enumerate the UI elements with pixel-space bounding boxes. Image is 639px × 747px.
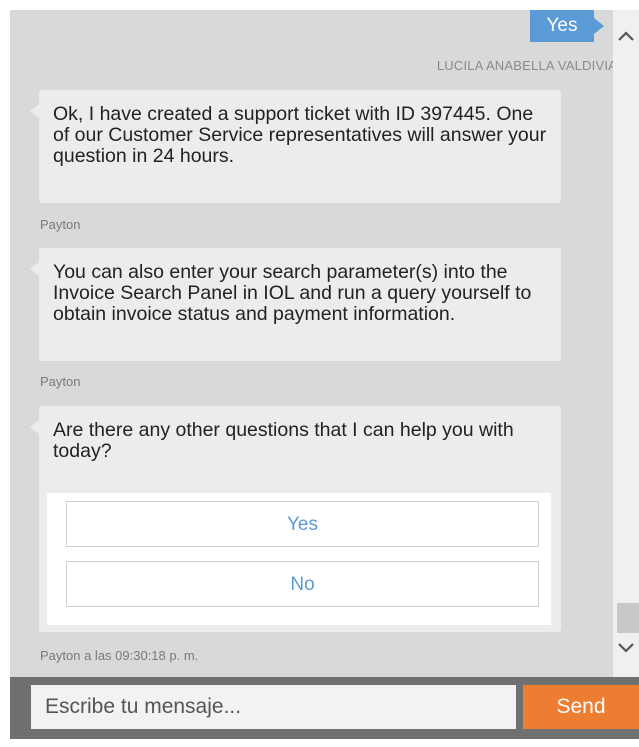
scrollbar-thumb[interactable]	[617, 603, 639, 633]
chat-scrollbar[interactable]	[613, 10, 639, 677]
chevron-up-icon[interactable]	[613, 24, 639, 48]
quick-reply-yes-button[interactable]: Yes	[66, 501, 539, 547]
message-sender: Payton	[40, 217, 81, 232]
quick-reply-options: Yes No	[47, 493, 551, 625]
message-input[interactable]	[31, 685, 516, 729]
message-sender: Payton	[40, 374, 81, 389]
chevron-down-icon[interactable]	[613, 636, 639, 660]
question-text: Are there any other questions that I can…	[53, 419, 514, 462]
send-button[interactable]: Send	[523, 685, 639, 729]
agent-message: Ok, I have created a support ticket with…	[30, 90, 561, 203]
message-composer: Send	[10, 677, 639, 739]
message-sender-timestamp: Payton a las 09:30:18 p. m.	[40, 648, 199, 663]
outgoing-author: LUCILA ANABELLA VALDIVIA	[436, 58, 613, 73]
chat-transcript[interactable]: Yes LUCILA ANABELLA VALDIVIA Ok, I have …	[10, 10, 613, 677]
outgoing-message: Yes	[530, 10, 604, 42]
agent-message: You can also enter your search parameter…	[30, 248, 561, 361]
agent-question-message: Are there any other questions that I can…	[30, 406, 561, 632]
quick-reply-no-button[interactable]: No	[66, 561, 539, 607]
